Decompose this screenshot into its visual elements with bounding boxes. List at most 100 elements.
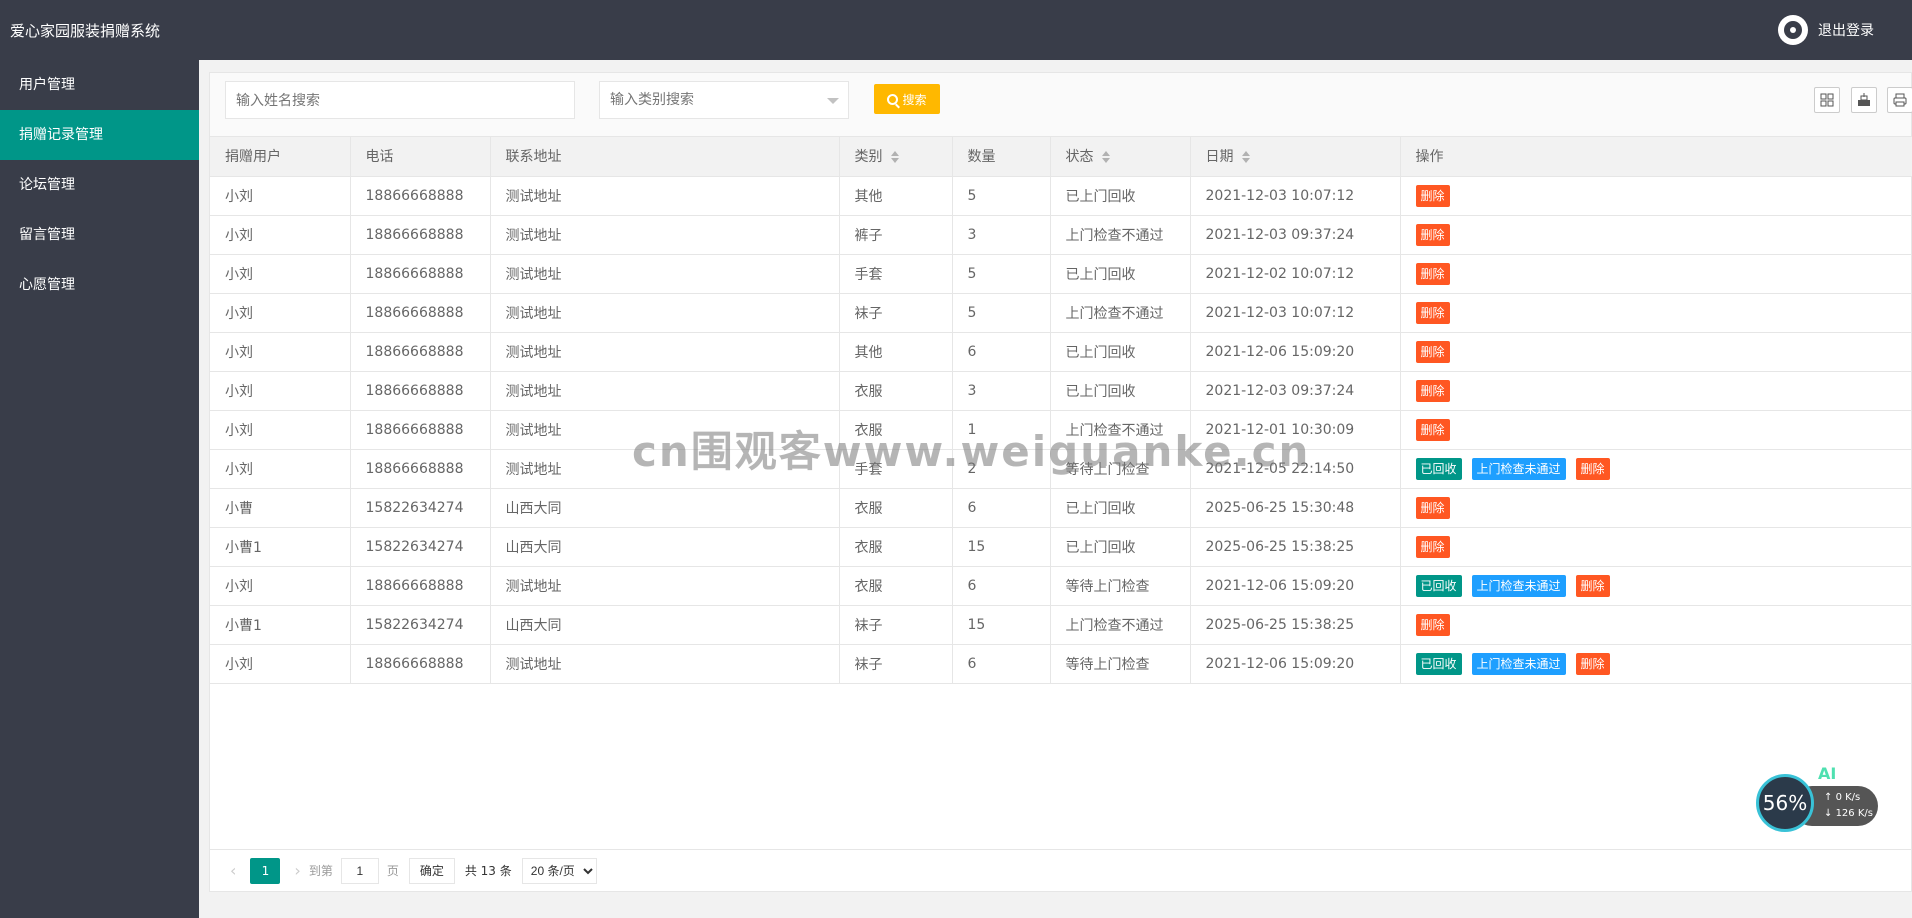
delete-button[interactable]: 删除 <box>1415 262 1450 285</box>
donation-records-table: 捐赠用户 电话 联系地址 类别 数量 状态 日期 操作 小刘 1886666888… <box>210 137 1912 684</box>
sidebar-item-forum-management[interactable]: 论坛管理 <box>0 160 199 210</box>
print-icon[interactable] <box>1887 87 1912 113</box>
table-row: 小刘 18866668888 测试地址 衣服 1 上门检查不通过 2021-12-01 10… <box>210 410 1912 450</box>
column-header-status[interactable]: 状态 <box>1050 137 1191 177</box>
cell-quantity: 3 <box>952 371 1051 411</box>
delete-button[interactable]: 删除 <box>1415 418 1450 441</box>
column-header-date[interactable]: 日期 <box>1190 137 1401 177</box>
cell-user: 小刘 <box>210 176 351 216</box>
search-icon <box>887 93 899 105</box>
sidebar-item-wish-management[interactable]: 心愿管理 <box>0 260 199 310</box>
category-select-placeholder: 输入类别搜索 <box>610 92 694 108</box>
next-page-icon[interactable]: › <box>294 861 300 880</box>
search-button-label: 搜索 <box>902 92 927 107</box>
cell-actions: 已回收 上门检查未通过 删除 <box>1400 449 1912 489</box>
page-number-current[interactable]: 1 <box>250 857 281 884</box>
upload-speed: ↑ 0 K/s <box>1824 792 1861 803</box>
cell-actions: 删除 <box>1400 605 1912 645</box>
cell-phone: 18866668888 <box>350 293 491 333</box>
table-row: 小刘 18866668888 测试地址 手套 5 已上门回收 2021-12-02 10:0… <box>210 254 1912 294</box>
sort-icon[interactable] <box>1101 151 1110 164</box>
cell-date: 2025-06-25 15:30:48 <box>1190 488 1401 528</box>
cell-date: 2021-12-02 10:07:12 <box>1190 254 1401 294</box>
cell-phone: 18866668888 <box>350 332 491 372</box>
cell-status: 已上门回收 <box>1050 176 1191 216</box>
cell-actions: 删除 <box>1400 488 1912 528</box>
page-jump-input[interactable] <box>340 857 379 884</box>
delete-button[interactable]: 删除 <box>1575 574 1610 597</box>
cell-category: 其他 <box>839 176 953 216</box>
delete-button[interactable]: 删除 <box>1415 496 1450 519</box>
mark-inspection-failed-button[interactable]: 上门检查未通过 <box>1471 652 1566 675</box>
cell-date: 2021-12-06 15:09:20 <box>1190 566 1401 606</box>
sidebar-item-message-management[interactable]: 留言管理 <box>0 210 199 260</box>
cell-date: 2025-06-25 15:38:25 <box>1190 605 1401 645</box>
cell-status: 已上门回收 <box>1050 527 1191 567</box>
cell-address: 测试地址 <box>490 410 840 450</box>
cell-user: 小刘 <box>210 566 351 606</box>
table-body: 小刘 18866668888 测试地址 其他 5 已上门回收 2021-12-03 10:0… <box>210 176 1912 684</box>
columns-filter-icon[interactable] <box>1814 87 1840 113</box>
table-row: 小曹 15822634274 山西大同 衣服 6 已上门回收 2025-06-25 15:3… <box>210 488 1912 528</box>
cell-status: 等待上门检查 <box>1050 566 1191 606</box>
search-button[interactable]: 搜索 <box>874 84 940 114</box>
cell-category: 手套 <box>839 254 953 294</box>
mark-inspection-failed-button[interactable]: 上门检查未通过 <box>1471 457 1566 480</box>
page-confirm-button[interactable]: 确定 <box>408 857 455 884</box>
mark-inspection-failed-button[interactable]: 上门检查未通过 <box>1471 574 1566 597</box>
mark-recycled-button[interactable]: 已回收 <box>1415 652 1462 675</box>
delete-button[interactable]: 删除 <box>1575 652 1610 675</box>
cell-user: 小刘 <box>210 215 351 255</box>
column-header-user: 捐赠用户 <box>210 137 351 177</box>
cell-quantity: 5 <box>952 176 1051 216</box>
cell-category: 袜子 <box>839 644 953 684</box>
cell-quantity: 6 <box>952 332 1051 372</box>
sidebar-item-user-management[interactable]: 用户管理 <box>0 60 199 110</box>
cell-status: 已上门回收 <box>1050 371 1191 411</box>
cell-category: 裤子 <box>839 215 953 255</box>
name-search-input[interactable] <box>225 81 575 119</box>
network-speed-widget[interactable]: 56% AI ↑ 0 K/s ↓ 126 K/s <box>1756 764 1880 836</box>
sort-icon[interactable] <box>890 151 899 164</box>
delete-button[interactable]: 删除 <box>1415 340 1450 363</box>
delete-button[interactable]: 删除 <box>1575 457 1610 480</box>
category-search-select[interactable]: 输入类别搜索 <box>599 81 849 119</box>
cell-status: 已上门回收 <box>1050 332 1191 372</box>
column-header-category[interactable]: 类别 <box>839 137 953 177</box>
cell-user: 小曹1 <box>210 527 351 567</box>
cell-category: 衣服 <box>839 410 953 450</box>
table-row: 小曹1 15822634274 山西大同 袜子 15 上门检查不通过 2025-06-25 … <box>210 605 1912 645</box>
download-speed: ↓ 126 K/s <box>1824 808 1873 819</box>
cell-status: 已上门回收 <box>1050 254 1191 294</box>
logout-icon <box>1778 15 1808 45</box>
cell-quantity: 2 <box>952 449 1051 489</box>
delete-button[interactable]: 删除 <box>1415 223 1450 246</box>
table-toolbar: 输入类别搜索 搜索 <box>210 73 1912 137</box>
column-header-phone: 电话 <box>350 137 491 177</box>
cell-address: 测试地址 <box>490 566 840 606</box>
cell-status: 已上门回收 <box>1050 488 1191 528</box>
cell-quantity: 6 <box>952 488 1051 528</box>
cell-phone: 18866668888 <box>350 644 491 684</box>
delete-button[interactable]: 删除 <box>1415 613 1450 636</box>
sidebar-item-donation-records[interactable]: 捐赠记录管理 <box>0 110 199 160</box>
page-size-select[interactable]: 20 条/页 <box>521 857 597 884</box>
prev-page-icon[interactable]: ‹ <box>230 861 236 880</box>
cell-category: 其他 <box>839 332 953 372</box>
logout-button[interactable]: 退出登录 <box>1778 15 1874 45</box>
delete-button[interactable]: 删除 <box>1415 535 1450 558</box>
cell-address: 山西大同 <box>490 488 840 528</box>
delete-button[interactable]: 删除 <box>1415 301 1450 324</box>
cell-address: 山西大同 <box>490 605 840 645</box>
cell-actions: 已回收 上门检查未通过 删除 <box>1400 566 1912 606</box>
cell-user: 小刘 <box>210 293 351 333</box>
cell-phone: 15822634274 <box>350 527 491 567</box>
export-icon[interactable] <box>1851 87 1877 113</box>
sort-icon[interactable] <box>1241 151 1250 164</box>
table-row: 小刘 18866668888 测试地址 其他 6 已上门回收 2021-12-06 15:0… <box>210 332 1912 372</box>
mark-recycled-button[interactable]: 已回收 <box>1415 457 1462 480</box>
delete-button[interactable]: 删除 <box>1415 379 1450 402</box>
table-row: 小刘 18866668888 测试地址 衣服 6 等待上门检查 2021-12-06 15:… <box>210 566 1912 606</box>
mark-recycled-button[interactable]: 已回收 <box>1415 574 1462 597</box>
delete-button[interactable]: 删除 <box>1415 184 1450 207</box>
